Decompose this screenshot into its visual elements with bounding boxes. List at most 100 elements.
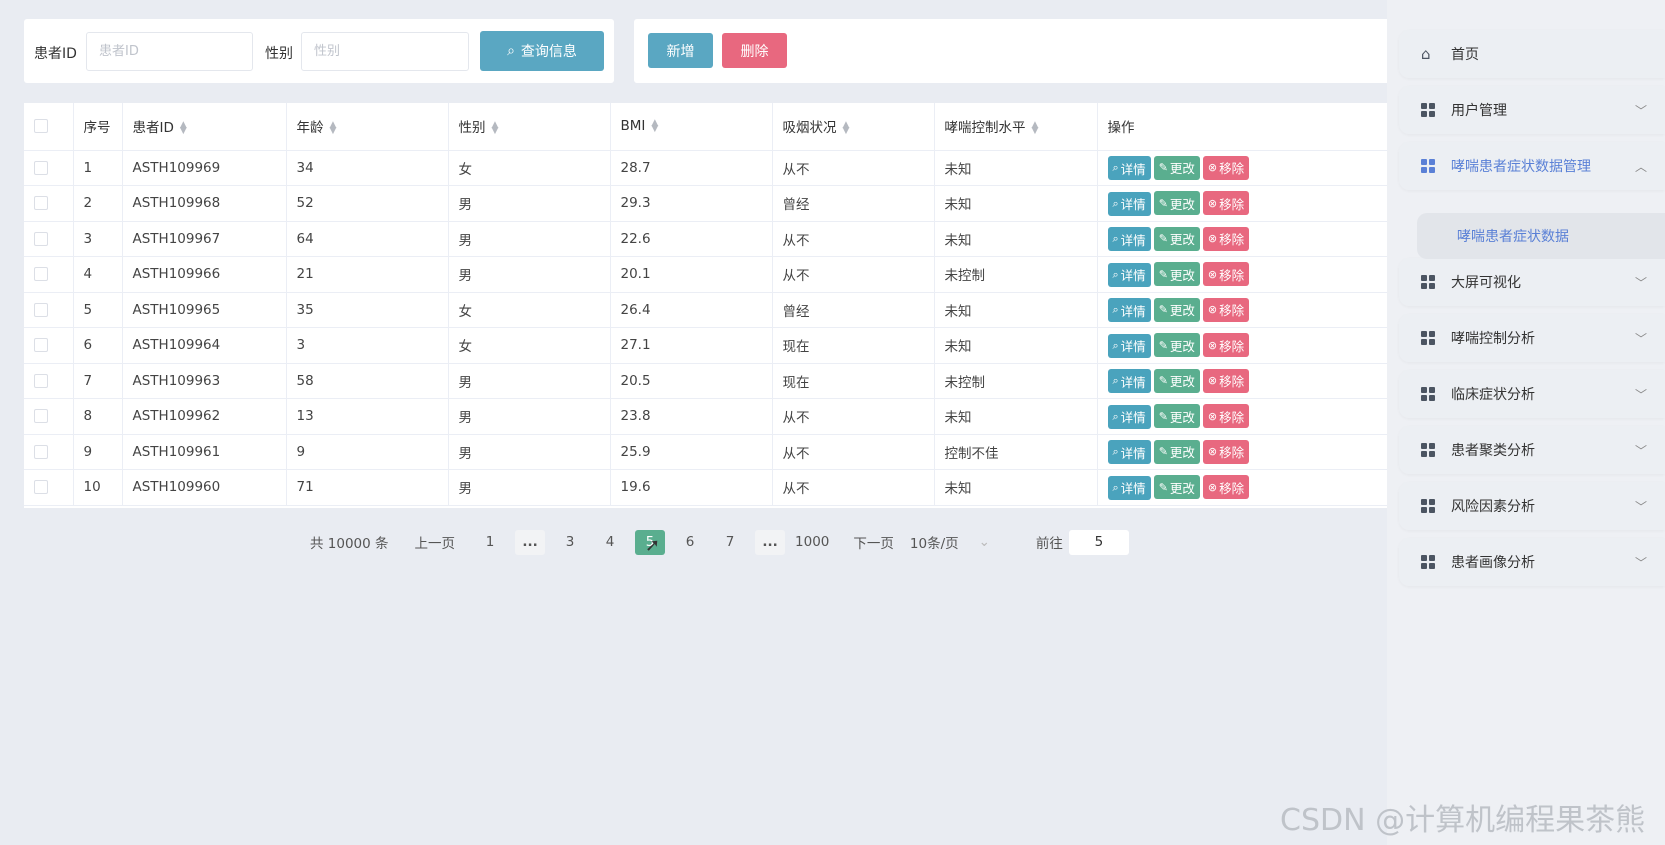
detail-button[interactable]: ⌕ 详情	[1107, 333, 1151, 358]
edit-button[interactable]: ✎ 更改	[1153, 404, 1200, 428]
sidebar-item[interactable]: 风险因素分析 ﹀	[1399, 482, 1665, 530]
row-checkbox[interactable]	[24, 363, 74, 399]
column-header[interactable]: BMI ▲ ▼	[610, 103, 773, 151]
patient-id-input[interactable]: 患者ID	[86, 32, 253, 71]
page-ellipsis[interactable]: ...	[515, 529, 546, 555]
query-button[interactable]: ⌕ 查询信息	[480, 31, 604, 71]
watermark: CSDN @计算机编程果茶熊	[1280, 803, 1646, 838]
home-icon: ⌂	[1421, 45, 1431, 63]
grid-icon	[1421, 387, 1435, 401]
remove-button[interactable]: ⊗ 移除	[1202, 475, 1250, 499]
remove-button[interactable]: ⊗ 移除	[1202, 226, 1250, 251]
edit-button[interactable]: ✎ 更改	[1153, 368, 1200, 393]
edit-button[interactable]: ✎ 更改	[1153, 475, 1200, 499]
row-checkbox[interactable]	[24, 150, 74, 186]
table-cell: 1	[73, 150, 123, 186]
row-checkbox[interactable]	[24, 469, 74, 506]
sidebar-item[interactable]: 哮喘控制分析 ﹀	[1399, 314, 1665, 362]
sort-icon[interactable]: ▲ ▼	[180, 121, 187, 136]
table-cell: 控制不佳	[934, 434, 1098, 470]
sort-icon[interactable]: ▲ ▼	[651, 119, 658, 134]
row-checkbox[interactable]	[24, 434, 74, 470]
remove-button[interactable]: ⊗ 移除	[1202, 439, 1250, 464]
detail-button[interactable]: ⌕ 详情	[1107, 191, 1151, 216]
page-number[interactable]: 4	[595, 530, 625, 555]
remove-button[interactable]: ⊗ 移除	[1202, 368, 1250, 393]
page-ellipsis[interactable]: ...	[755, 529, 786, 555]
column-header: 序号	[73, 103, 123, 151]
remove-button[interactable]: ⊗ 移除	[1202, 262, 1250, 286]
detail-button[interactable]: ⌕ 详情	[1107, 475, 1151, 500]
table-cell: 未知	[934, 398, 1098, 435]
column-header[interactable]: 哮喘控制水平 ▲ ▼	[934, 103, 1098, 151]
detail-button[interactable]: ⌕ 详情	[1107, 440, 1151, 464]
detail-button[interactable]: ⌕ 详情	[1107, 298, 1151, 322]
table-row: 6 ASTH109964 3 女 27.1 现在 未知 ⌕ 详情 ✎ 更改 ⊗ 移除	[24, 327, 1394, 364]
detail-button[interactable]: ⌕ 详情	[1107, 156, 1151, 180]
page-number[interactable]: 1	[475, 530, 505, 555]
row-checkbox[interactable]	[24, 185, 74, 222]
sidebar-item[interactable]: 临床症状分析 ﹀	[1399, 370, 1665, 418]
gender-input[interactable]: 性别	[301, 32, 469, 71]
row-checkbox[interactable]	[24, 292, 74, 328]
sidebar-subitem-symptom-data[interactable]: 哮喘患者症状数据	[1417, 213, 1665, 259]
table-cell: 6	[73, 327, 123, 364]
goto-page-input[interactable]: 5	[1068, 529, 1129, 555]
column-header[interactable]: 患者ID ▲ ▼	[122, 103, 287, 151]
table-cell: 女	[448, 150, 611, 186]
remove-button[interactable]: ⊗ 移除	[1202, 404, 1250, 428]
table-cell: 21	[286, 256, 449, 293]
edit-button[interactable]: ✎ 更改	[1153, 333, 1200, 357]
page-number[interactable]: 7	[715, 530, 745, 555]
table-cell: ASTH109960	[122, 469, 287, 506]
edit-button[interactable]: ✎ 更改	[1153, 262, 1200, 286]
table-cell: 10	[73, 469, 123, 506]
table-cell: ASTH109964	[122, 327, 287, 364]
add-button[interactable]: 新增	[648, 33, 713, 68]
sort-icon[interactable]: ▲ ▼	[330, 121, 337, 136]
edit-button[interactable]: ✎ 更改	[1153, 155, 1200, 180]
sidebar-item[interactable]: 患者聚类分析 ﹀	[1399, 426, 1665, 474]
sort-icon[interactable]: ▲ ▼	[492, 121, 499, 136]
detail-button[interactable]: ⌕ 详情	[1107, 262, 1151, 287]
next-page-button[interactable]: 下一页	[853, 532, 894, 552]
column-header[interactable]: 吸烟状况 ▲ ▼	[772, 103, 935, 151]
prev-page-button[interactable]: 上一页	[415, 532, 456, 552]
remove-button[interactable]: ⊗ 移除	[1202, 191, 1250, 215]
sidebar-item[interactable]: 哮喘患者症状数据管理 ︿	[1399, 142, 1665, 190]
detail-button[interactable]: ⌕ 详情	[1107, 404, 1151, 429]
row-checkbox[interactable]	[24, 256, 74, 293]
page-number[interactable]: 6	[675, 530, 705, 555]
sidebar-item[interactable]: 患者画像分析 ﹀	[1399, 538, 1665, 586]
grid-icon	[1421, 275, 1435, 289]
sidebar-item[interactable]: 大屏可视化 ﹀	[1399, 258, 1665, 306]
remove-button[interactable]: ⊗ 移除	[1202, 155, 1250, 180]
detail-button[interactable]: ⌕ 详情	[1107, 227, 1151, 251]
edit-button[interactable]: ✎ 更改	[1153, 439, 1200, 464]
remove-button[interactable]: ⊗ 移除	[1202, 297, 1250, 322]
sidebar-item[interactable]: ⌂ 首页	[1399, 30, 1665, 78]
sidebar-item[interactable]: 用户管理 ﹀	[1399, 86, 1665, 134]
column-header[interactable]: 年龄 ▲ ▼	[286, 103, 449, 151]
page-number[interactable]: 3	[555, 530, 585, 555]
row-checkbox[interactable]	[24, 221, 74, 257]
page-number[interactable]: 1000	[795, 530, 829, 555]
delete-button[interactable]: 删除	[722, 33, 787, 68]
column-header[interactable]: 性别 ▲ ▼	[448, 103, 611, 151]
sort-icon[interactable]: ▲ ▼	[1032, 121, 1039, 136]
select-all-checkbox[interactable]	[24, 103, 74, 151]
sort-icon[interactable]: ▲ ▼	[843, 121, 850, 136]
remove-button[interactable]: ⊗ 移除	[1202, 333, 1250, 357]
edit-button[interactable]: ✎ 更改	[1153, 191, 1200, 215]
table-cell: 未知	[934, 221, 1098, 257]
edit-button[interactable]: ✎ 更改	[1153, 226, 1200, 251]
row-actions: ⌕ 详情 ✎ 更改 ⊗ 移除	[1097, 363, 1394, 399]
edit-button[interactable]: ✎ 更改	[1153, 297, 1200, 322]
chevron-up-icon: ︿	[1634, 159, 1647, 174]
detail-button[interactable]: ⌕ 详情	[1107, 369, 1151, 393]
table-header: 序号 患者ID ▲ ▼ 年龄 ▲ ▼ 性别 ▲ ▼ BMI ▲ ▼ 吸烟状况 ▲ ▼ 哮喘控制水平 ▲ ▼ 操作	[24, 103, 1394, 151]
close-circle-icon: ⊗	[1207, 161, 1218, 174]
row-checkbox[interactable]	[24, 327, 74, 364]
page-size-select[interactable]: 10条/页 ⌄	[910, 532, 990, 552]
row-checkbox[interactable]	[24, 398, 74, 435]
